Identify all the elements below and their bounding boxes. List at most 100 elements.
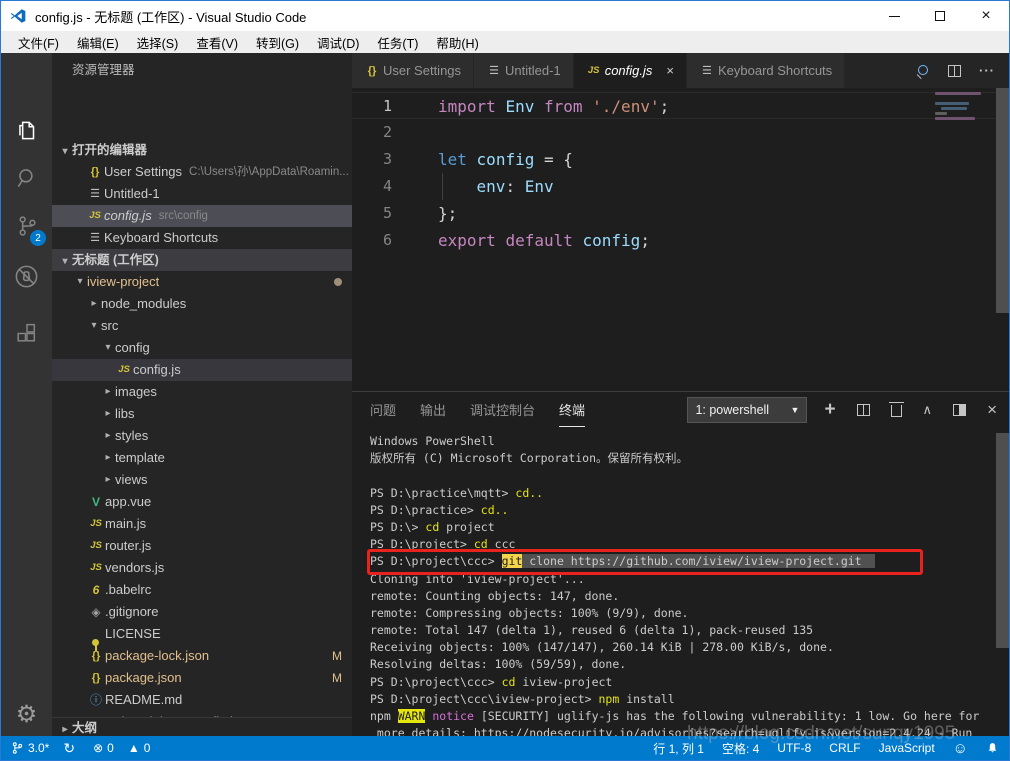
minimize-button[interactable] xyxy=(871,1,917,31)
notifications-bell-icon[interactable] xyxy=(986,741,999,755)
minimap[interactable] xyxy=(931,90,993,136)
tree-item[interactable]: ◈.gitignore xyxy=(52,601,352,623)
tree-item[interactable]: ▸libs xyxy=(52,403,352,425)
git-branch-indicator[interactable]: 3.0* xyxy=(11,741,49,755)
cursor-position[interactable]: 行 1, 列 1 xyxy=(653,740,704,757)
terminal-line: PS D:\practice> cd.. xyxy=(370,502,1009,519)
minimize-icon xyxy=(889,16,900,17)
tree-item[interactable]: ▸styles xyxy=(52,425,352,447)
move-panel-icon[interactable] xyxy=(953,404,966,416)
maximize-panel-icon[interactable]: ∧ xyxy=(923,402,933,418)
extensions-icon[interactable] xyxy=(1,311,52,355)
code-line[interactable]: 3let config = { xyxy=(352,146,1009,173)
tree-item[interactable]: ▸images xyxy=(52,381,352,403)
terminal-line: remote: Total 147 (delta 1), reused 6 (d… xyxy=(370,622,1009,639)
status-bar: 3.0* ↻ ⊗0 ▲0 行 1, 列 1 空格: 4 UTF-8 CRLF J… xyxy=(1,736,1009,760)
sync-button[interactable]: ↻ xyxy=(63,740,79,757)
tree-item[interactable]: JSrouter.js xyxy=(52,535,352,557)
panel-tab[interactable]: 问题 xyxy=(370,392,396,427)
open-editor-item[interactable]: ☰Untitled-1 xyxy=(52,183,352,205)
kill-terminal-icon[interactable] xyxy=(891,405,902,417)
outline-section[interactable]: ▸大纲 xyxy=(52,717,352,738)
close-tab-icon[interactable]: × xyxy=(666,63,674,78)
indentation-setting[interactable]: 空格: 4 xyxy=(722,740,759,757)
editor-tab-keyboard-shortcuts[interactable]: ☰Keyboard Shortcuts xyxy=(687,53,844,88)
tree-item[interactable]: 6.babelrc xyxy=(52,579,352,601)
tree-item[interactable]: JSmain.js xyxy=(52,513,352,535)
line-number: 6 xyxy=(352,227,414,254)
editor-scrollbar[interactable] xyxy=(996,88,1009,313)
menu-item[interactable]: 查看(V) xyxy=(187,31,247,53)
explorer-icon[interactable] xyxy=(1,108,52,152)
open-editor-item[interactable]: JSconfig.jssrc\config xyxy=(52,205,352,227)
settings-gear-icon[interactable]: ⚙ xyxy=(1,696,52,732)
tree-item[interactable]: ▸template xyxy=(52,447,352,469)
list-file-icon: ☰ xyxy=(86,183,104,205)
menu-item[interactable]: 文件(F) xyxy=(9,31,68,53)
menu-item[interactable]: 帮助(H) xyxy=(427,31,487,53)
error-count[interactable]: ⊗0 xyxy=(93,741,114,755)
panel-tab[interactable]: 输出 xyxy=(420,392,446,427)
tree-item[interactable]: {}package-lock.jsonM xyxy=(52,645,352,667)
editor-tab-user-settings[interactable]: {}User Settings xyxy=(352,53,473,88)
tree-item[interactable]: Vapp.vue xyxy=(52,491,352,513)
tree-item[interactable]: ▸views xyxy=(52,469,352,491)
open-editor-detail: C:\Users\孙\AppData\Roamin... xyxy=(189,161,349,183)
open-editor-item[interactable]: {}User SettingsC:\Users\孙\AppData\Roamin… xyxy=(52,161,352,183)
terminal-select[interactable]: 1: powershell ▼ xyxy=(688,398,806,422)
tree-item[interactable]: ▾src xyxy=(52,315,352,337)
workspace-header[interactable]: ▾无标题 (工作区) xyxy=(52,249,352,271)
tree-item-label: src xyxy=(101,315,118,337)
tree-item[interactable]: JSvendors.js xyxy=(52,557,352,579)
menu-item[interactable]: 编辑(E) xyxy=(68,31,128,53)
terminal-output[interactable]: Windows PowerShell版权所有 (C) Microsoft Cor… xyxy=(352,427,1009,738)
menu-item[interactable]: 任务(T) xyxy=(368,31,427,53)
open-editor-item[interactable]: ☰Keyboard Shortcuts xyxy=(52,227,352,249)
code-editor[interactable]: 1import Env from './env';23let config = … xyxy=(352,88,1009,391)
menu-item[interactable]: 转到(G) xyxy=(247,31,308,53)
tree-item[interactable]: ▾iview-project xyxy=(52,271,352,293)
code-line[interactable]: 4 env: Env xyxy=(352,173,1009,200)
menu-item[interactable]: 选择(S) xyxy=(128,31,188,53)
tree-item[interactable]: LICENSE xyxy=(52,623,352,645)
tree-item[interactable]: ▸node_modules xyxy=(52,293,352,315)
tree-item[interactable]: {}package.jsonM xyxy=(52,667,352,689)
source-control-icon[interactable]: 2 xyxy=(1,204,52,248)
panel-tab[interactable]: 调试控制台 xyxy=(470,392,535,427)
language-mode[interactable]: JavaScript xyxy=(879,741,935,755)
close-button[interactable]: × xyxy=(963,1,1009,31)
activity-bar: 2 ⚙ xyxy=(1,53,52,738)
more-actions-icon[interactable]: ··· xyxy=(979,63,995,78)
encoding-setting[interactable]: UTF-8 xyxy=(777,741,811,755)
explorer-sidebar: 资源管理器 ▾打开的编辑器 {}User SettingsC:\Users\孙\… xyxy=(52,53,352,738)
open-editors-header[interactable]: ▾打开的编辑器 xyxy=(52,139,352,161)
line-number: 5 xyxy=(352,200,414,227)
code-line[interactable]: 1import Env from './env'; xyxy=(352,92,1009,119)
tree-item[interactable]: ⓘREADME.md xyxy=(52,689,352,711)
maximize-button[interactable] xyxy=(917,1,963,31)
editor-tab-config-js[interactable]: JSconfig.js× xyxy=(574,53,686,88)
terminal-scrollbar[interactable] xyxy=(996,433,1009,648)
search-icon[interactable] xyxy=(1,156,52,200)
terminal-line: remote: Counting objects: 147, done. xyxy=(370,588,1009,605)
tree-item[interactable]: ▾config xyxy=(52,337,352,359)
warning-count[interactable]: ▲0 xyxy=(128,741,151,755)
chevron-down-icon: ▼ xyxy=(791,405,800,415)
open-preview-icon[interactable] xyxy=(916,64,930,78)
terminal-line: PS D:\project\ccc> git clone https://git… xyxy=(370,553,1009,570)
debug-icon[interactable] xyxy=(1,254,52,298)
split-terminal-icon[interactable] xyxy=(857,404,870,416)
split-editor-icon[interactable] xyxy=(948,65,961,77)
close-panel-icon[interactable]: × xyxy=(987,400,997,420)
editor-tab-untitled-1[interactable]: ☰Untitled-1 xyxy=(474,53,573,88)
code-line[interactable]: 5}; xyxy=(352,200,1009,227)
tree-item[interactable]: JSconfig.js xyxy=(52,359,352,381)
menu-item[interactable]: 调试(D) xyxy=(308,31,368,53)
feedback-smiley-icon[interactable]: ☺ xyxy=(953,740,968,757)
add-terminal-icon[interactable]: + xyxy=(824,403,835,417)
code-line[interactable]: 6export default config; xyxy=(352,227,1009,254)
panel-tab[interactable]: 终端 xyxy=(559,392,585,427)
maximize-icon xyxy=(935,11,945,21)
eol-setting[interactable]: CRLF xyxy=(829,741,860,755)
code-line[interactable]: 2 xyxy=(352,119,1009,146)
